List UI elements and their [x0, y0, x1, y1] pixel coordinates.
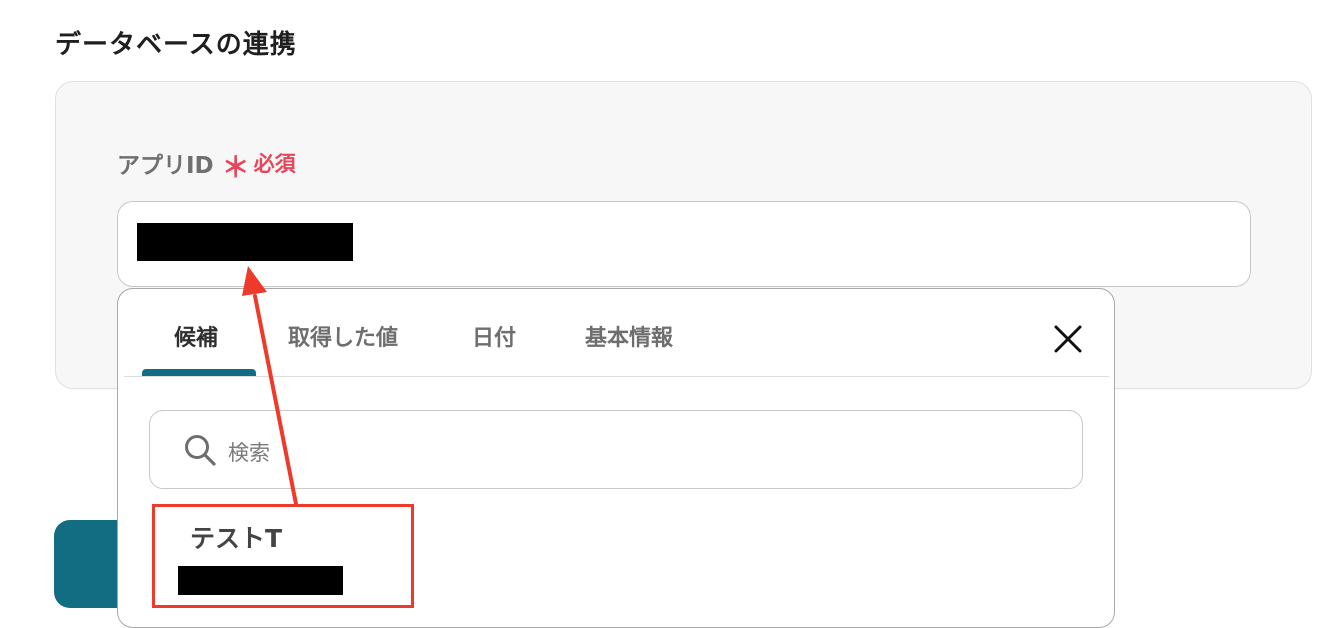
tab-basic-info[interactable]: 基本情報: [585, 320, 673, 352]
annotation-highlight-box: [152, 504, 414, 608]
section-title: データベースの連携: [55, 30, 297, 60]
search-icon: [185, 435, 216, 466]
tab-retrieved-values[interactable]: 取得した値: [288, 320, 398, 352]
close-icon: [1054, 325, 1082, 353]
tab-divider: [124, 376, 1109, 377]
search-input[interactable]: [226, 437, 1050, 469]
required-asterisk: ＊: [221, 151, 250, 184]
tab-date[interactable]: 日付: [472, 320, 516, 352]
required-text: 必須: [253, 152, 296, 176]
app-id-label-text: アプリID: [117, 153, 214, 179]
tab-candidates[interactable]: 候補: [174, 320, 218, 352]
close-button[interactable]: [1050, 321, 1086, 357]
app-id-label: アプリID ＊ 必須: [117, 146, 296, 184]
redacted-app-id-value: [137, 223, 353, 261]
